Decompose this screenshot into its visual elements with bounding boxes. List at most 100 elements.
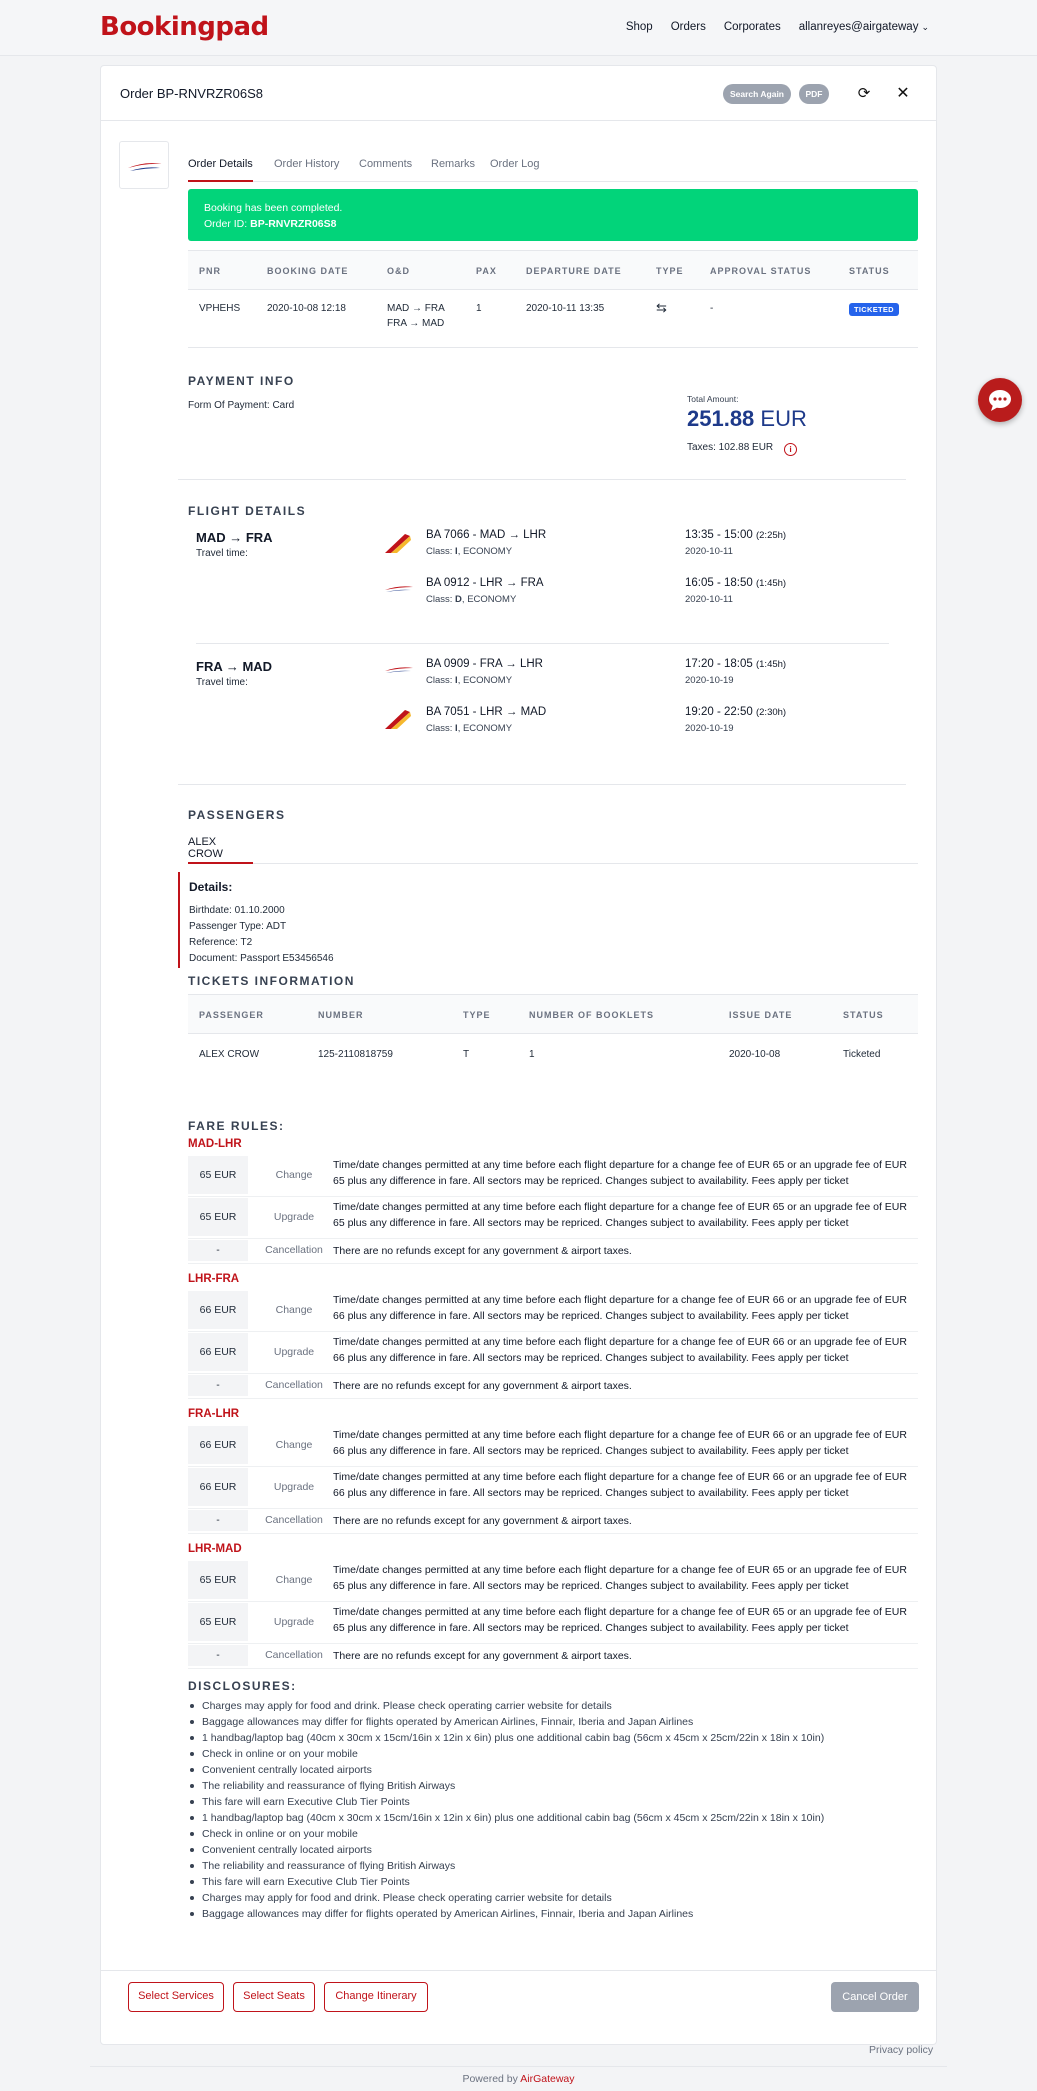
fare-rule-text: Time/date changes permitted at any time …: [333, 1336, 907, 1364]
fare-route-title: LHR-MAD: [188, 1543, 242, 1555]
fare-type: Upgrade: [273, 1346, 315, 1358]
refresh-icon[interactable]: ⟳: [853, 83, 875, 105]
segment-time: 17:20 - 18:05 (1:45h): [685, 658, 786, 670]
disclosure-item: Check in online or on your mobile: [188, 1746, 824, 1762]
order-title: Order BP-RNVRZR06S8: [120, 86, 264, 101]
segment-time: 19:20 - 22:50 (2:30h): [685, 706, 786, 718]
fare-route-title: MAD-LHR: [188, 1138, 242, 1150]
select-seats-button[interactable]: Select Seats: [233, 1982, 315, 2012]
fare-type: Change: [275, 1304, 313, 1316]
segment-class: Class: I, ECONOMY: [426, 546, 512, 557]
tab-order-details[interactable]: Order Details: [188, 158, 253, 182]
fare-price: 66 EUR: [188, 1426, 248, 1464]
fare-rule-text: Time/date changes permitted at any time …: [333, 1201, 907, 1229]
status-badge: TICKETED: [849, 303, 899, 316]
tab-remarks[interactable]: Remarks: [431, 158, 475, 180]
disclosure-item: The reliability and reassurance of flyin…: [188, 1858, 824, 1874]
th-booklets: NUMBER OF BOOKLETS: [529, 1010, 654, 1020]
time-range: 19:20 - 22:50: [685, 706, 753, 718]
tab-order-log[interactable]: Order Log: [490, 158, 540, 180]
nav-orders[interactable]: Orders: [671, 21, 706, 33]
close-icon[interactable]: ✕: [892, 83, 914, 105]
nav-corporates[interactable]: Corporates: [724, 21, 781, 33]
ticket-booklets: 1: [529, 1049, 535, 1060]
segment-time: 16:05 - 18:50 (1:45h): [685, 577, 786, 589]
disclosure-item: This fare will earn Executive Club Tier …: [188, 1794, 824, 1810]
order-card: Order BP-RNVRZR06S8 Search Again PDF ⟳ ✕…: [100, 65, 937, 2045]
fare-row-divider: [188, 1508, 918, 1509]
chat-icon: [989, 390, 1011, 411]
user-menu[interactable]: allanreyes@airgateway ⌄: [799, 21, 929, 33]
fare-rule-text: There are no refunds except for any gove…: [333, 1380, 632, 1392]
ticket-passenger: ALEX CROW: [199, 1049, 260, 1060]
th-passenger: PASSENGER: [199, 1010, 264, 1020]
fare-row-divider: [188, 1533, 918, 1534]
th-ticket-status: STATUS: [843, 1010, 884, 1020]
payment-info-title: PAYMENT INFO: [188, 374, 295, 388]
search-again-button[interactable]: Search Again: [723, 84, 791, 104]
airline-logo: [119, 141, 169, 189]
cancel-order-button[interactable]: Cancel Order: [831, 1982, 919, 2012]
segment-date: 2020-10-19: [685, 675, 734, 686]
iberia-logo-icon: [385, 710, 411, 729]
fare-row-divider: [188, 1331, 918, 1332]
powered-by-brand[interactable]: AirGateway: [520, 2073, 574, 2085]
disclosure-item: Convenient centrally located airports: [188, 1842, 824, 1858]
segment-date: 2020-10-11: [685, 594, 733, 605]
document: Document: Passport E53456546: [189, 953, 334, 964]
fare-rule-text: Time/date changes permitted at any time …: [333, 1294, 907, 1322]
fare-row-divider: [188, 1466, 918, 1467]
th-departure-date: DEPARTURE DATE: [526, 266, 622, 276]
approval-status-value: -: [710, 303, 714, 314]
info-icon[interactable]: i: [784, 443, 797, 456]
brand-logo[interactable]: Bookingpad: [100, 12, 269, 42]
passenger-type: Passenger Type: ADT: [189, 921, 287, 932]
user-email: allanreyes@airgateway: [798, 21, 919, 33]
pdf-button[interactable]: PDF: [799, 84, 829, 104]
fare-type: Upgrade: [273, 1616, 315, 1628]
tickets-title: TICKETS INFORMATION: [188, 974, 355, 988]
ticket-number: 125-2110818759: [318, 1049, 393, 1060]
fare-price: 66 EUR: [188, 1468, 248, 1506]
disclosure-item: Baggage allowances may differ for flight…: [188, 1906, 824, 1922]
british-airways-logo-icon: [385, 586, 413, 592]
class-code: D: [455, 594, 462, 605]
th-approval-status: APPROVAL STATUS: [710, 266, 812, 276]
time-range: 16:05 - 18:50: [685, 577, 753, 589]
departure-date-value: 2020-10-11 13:35: [526, 303, 605, 314]
disclosure-item: Convenient centrally located airports: [188, 1762, 824, 1778]
total-amount: 251.88 EUR: [687, 406, 807, 432]
th-issue-date: ISSUE DATE: [729, 1010, 793, 1020]
th-od: O&D: [387, 266, 410, 276]
nav-shop[interactable]: Shop: [626, 21, 653, 33]
fare-price: -: [188, 1375, 248, 1396]
fare-price: -: [188, 1645, 248, 1666]
form-of-payment: Form Of Payment: Card: [188, 400, 295, 411]
fare-row-divider: [188, 1668, 918, 1669]
class-label: Class:: [426, 723, 453, 734]
passenger-tabs: ALEX CROW: [188, 836, 918, 864]
leg-route: MAD → FRA: [196, 530, 273, 545]
alert-message: Booking has been completed.: [204, 202, 343, 214]
chat-widget-button[interactable]: [978, 378, 1022, 422]
time-range: 13:35 - 15:00: [685, 529, 753, 541]
tab-order-history[interactable]: Order History: [274, 158, 339, 180]
privacy-policy-link[interactable]: Privacy policy: [869, 2044, 933, 2056]
change-itinerary-button[interactable]: Change Itinerary: [324, 1982, 428, 2012]
fare-type: Cancellation: [265, 1379, 323, 1391]
leg-route: FRA → MAD: [196, 659, 273, 674]
select-services-button[interactable]: Select Services: [128, 1982, 224, 2012]
passenger-tab-alex-crow[interactable]: ALEX CROW: [188, 836, 253, 864]
segment-class: Class: D, ECONOMY: [426, 594, 516, 605]
segment-time: 13:35 - 15:00 (2:25h): [685, 529, 786, 541]
divider: [196, 643, 889, 644]
fare-route-title: FRA-LHR: [188, 1408, 240, 1420]
fare-rule-text: Time/date changes permitted at any time …: [333, 1159, 907, 1187]
tab-comments[interactable]: Comments: [359, 158, 412, 180]
fare-row-divider: [188, 1263, 918, 1264]
duration: (1:45h): [755, 578, 787, 589]
fare-price: -: [188, 1240, 248, 1261]
fare-price: 65 EUR: [188, 1198, 248, 1236]
british-airways-logo-icon: [385, 667, 413, 673]
disclosures-title: DISCLOSURES:: [188, 1679, 297, 1693]
